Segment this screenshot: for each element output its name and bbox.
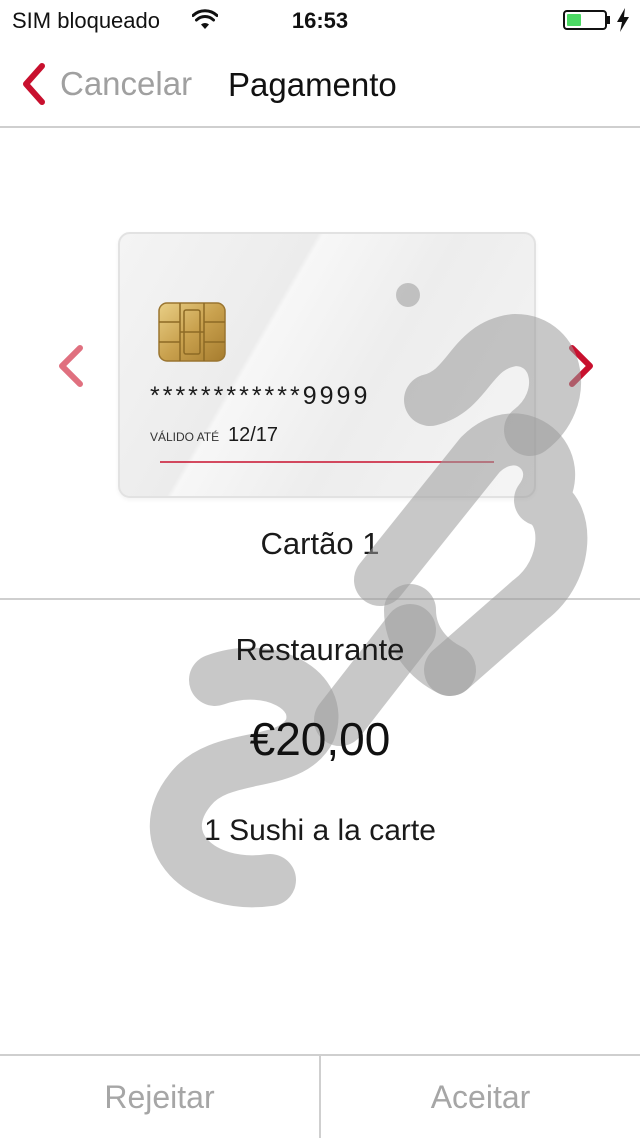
valid-until-label: VÁLIDO ATÉ: [150, 430, 220, 444]
card-name: Cartão 1: [260, 526, 380, 561]
chevron-right-icon[interactable]: [566, 344, 596, 388]
accept-button[interactable]: Aceitar: [321, 1056, 640, 1138]
credit-card[interactable]: ************9999 VÁLIDO ATÉ 12/17: [118, 232, 536, 498]
cancel-button[interactable]: Cancelar: [20, 62, 192, 106]
page-title: Pagamento: [228, 66, 397, 103]
card-carousel: ************9999 VÁLIDO ATÉ 12/17 Cartão…: [0, 128, 640, 599]
valid-until-value: 12/17: [228, 424, 279, 446]
charging-bolt-icon: [617, 8, 629, 32]
navigation-bar: Cancelar Pagamento: [0, 40, 640, 128]
status-bar: SIM bloqueado 16:53: [0, 0, 640, 40]
chevron-left-icon[interactable]: [56, 344, 86, 388]
chevron-left-icon: [23, 63, 45, 105]
merchant-name: Restaurante: [235, 632, 405, 667]
payment-description: 1 Sushi a la carte: [204, 814, 436, 847]
card-number: ************9999: [150, 382, 371, 410]
battery-icon: [563, 10, 610, 30]
card-chip-icon: [158, 302, 226, 362]
section-divider: [0, 598, 640, 600]
cancel-label: Cancelar: [60, 65, 193, 102]
payment-amount: €20,00: [249, 713, 391, 765]
reject-button[interactable]: Rejeitar: [0, 1056, 321, 1138]
action-bar: Rejeitar Aceitar: [0, 1054, 640, 1138]
card-divider: [160, 461, 494, 463]
status-time: 16:53: [291, 8, 349, 33]
